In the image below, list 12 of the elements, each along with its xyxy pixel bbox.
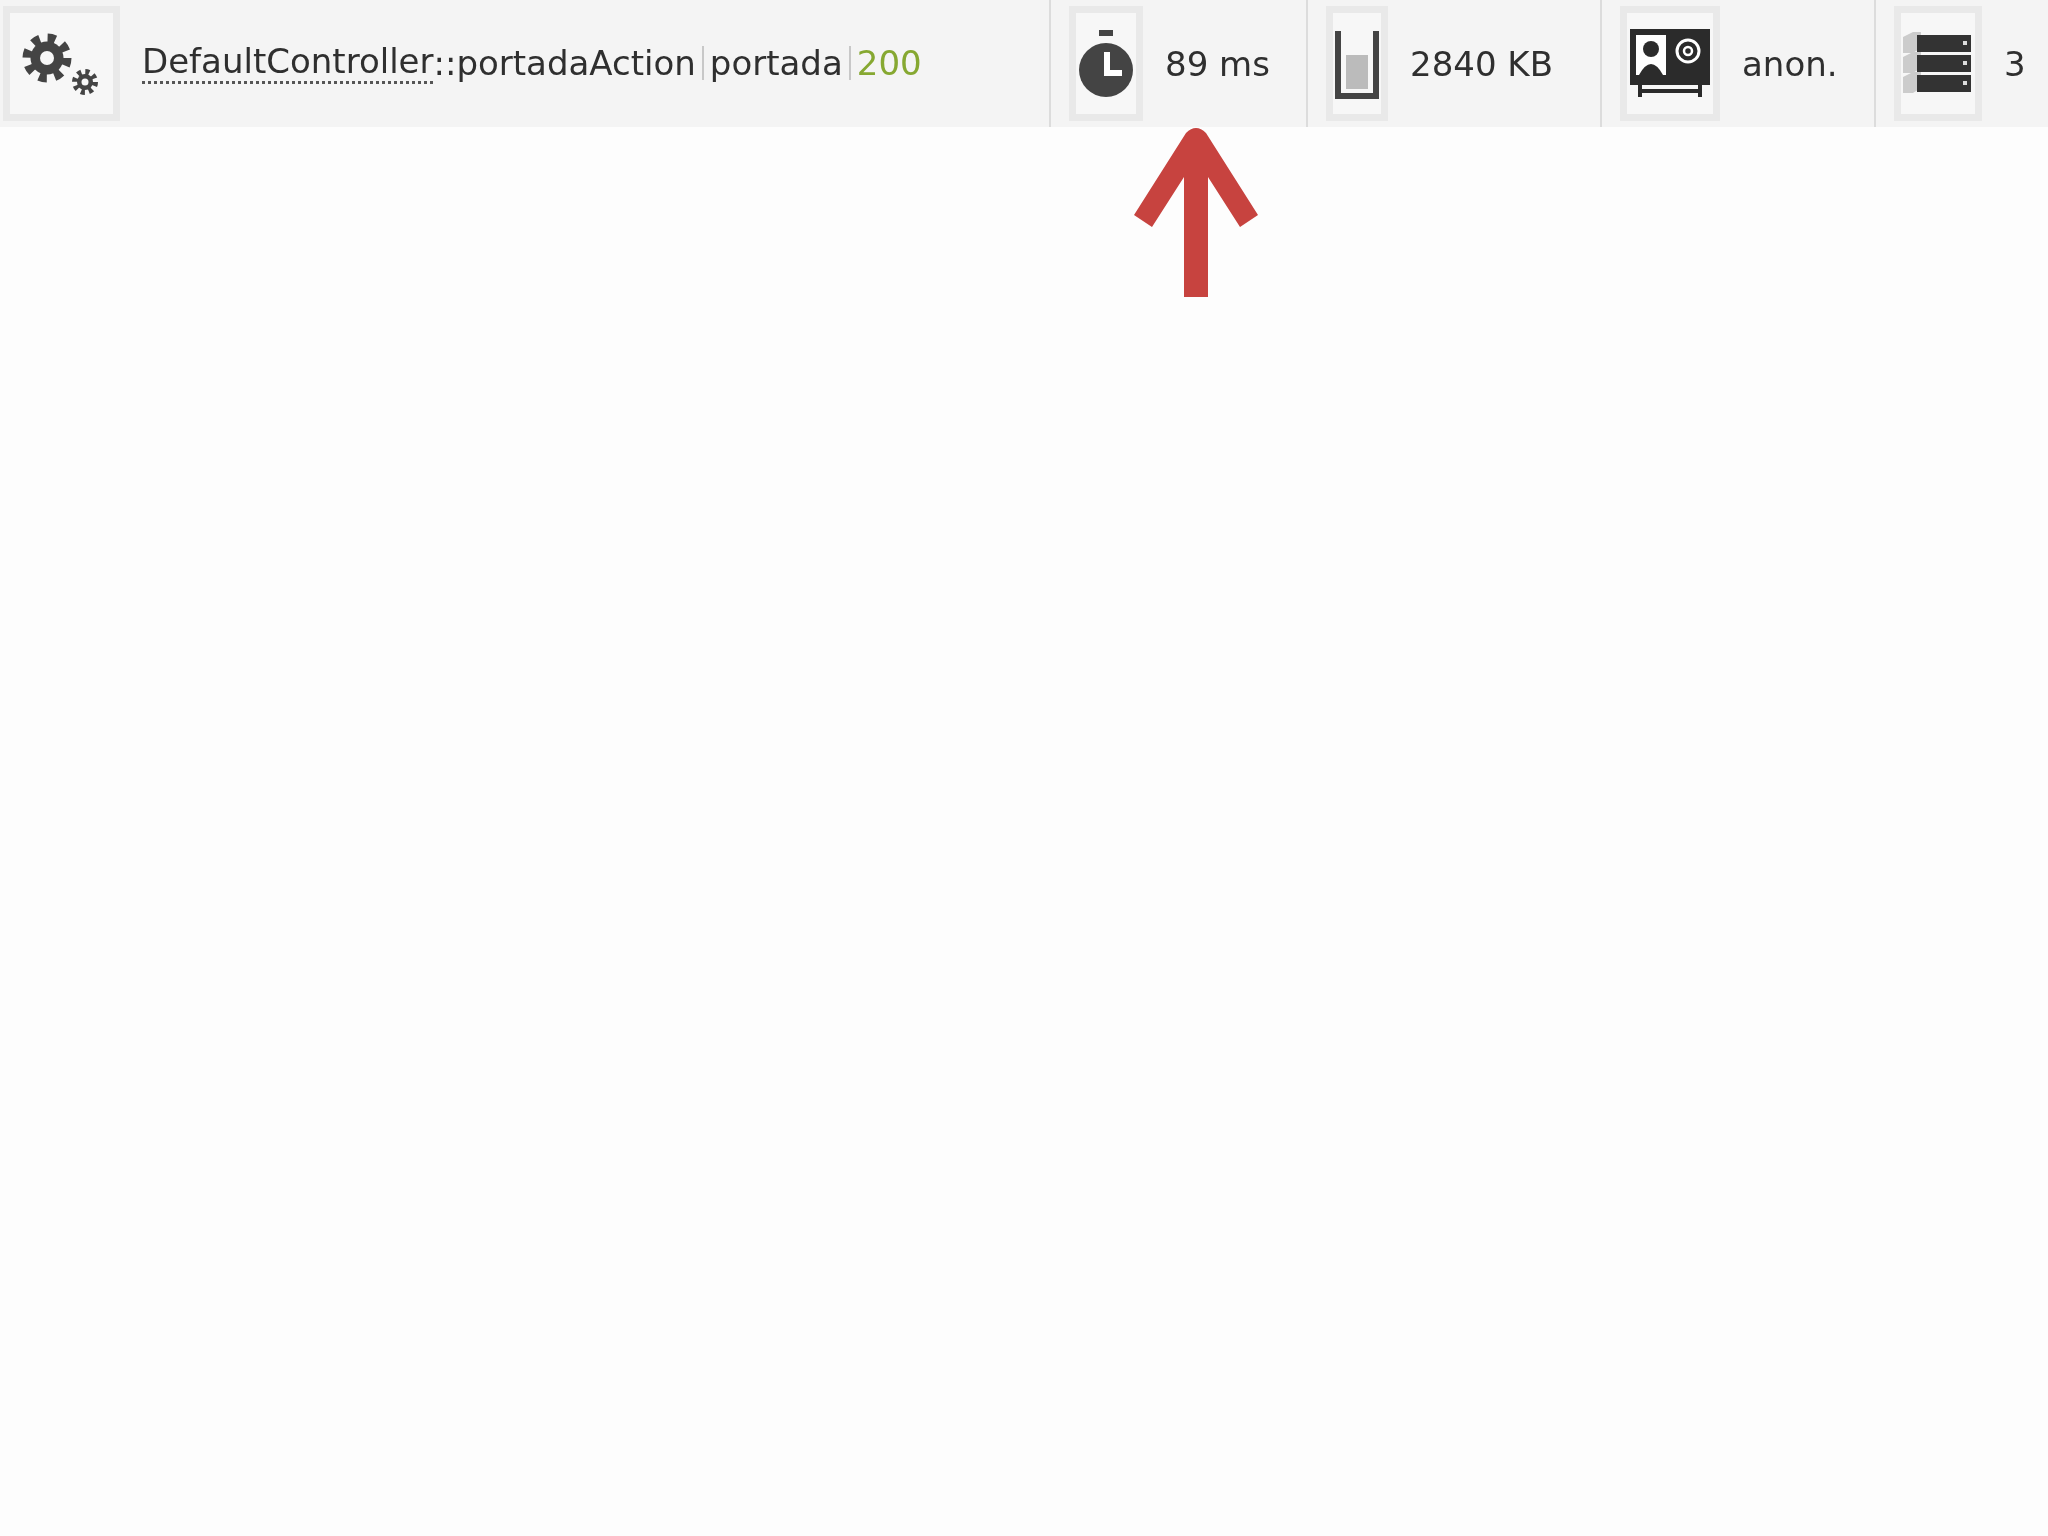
- memory-icon: [1335, 28, 1379, 99]
- panel-value[interactable]: 2840 KB: [1410, 43, 1553, 84]
- panel-value[interactable]: 3: [2004, 43, 2026, 84]
- route-name: portada: [709, 43, 843, 84]
- action-name: ::portadaAction: [433, 43, 696, 84]
- stopwatch-icon: [1078, 27, 1134, 100]
- panel-value[interactable]: 89 ms: [1165, 43, 1270, 84]
- status-code: 200: [856, 43, 922, 84]
- user-card-icon: [1630, 28, 1710, 99]
- controller-name[interactable]: DefaultController: [142, 43, 434, 84]
- settings-icon[interactable]: [3, 6, 120, 121]
- panel-value[interactable]: anon.: [1742, 43, 1838, 84]
